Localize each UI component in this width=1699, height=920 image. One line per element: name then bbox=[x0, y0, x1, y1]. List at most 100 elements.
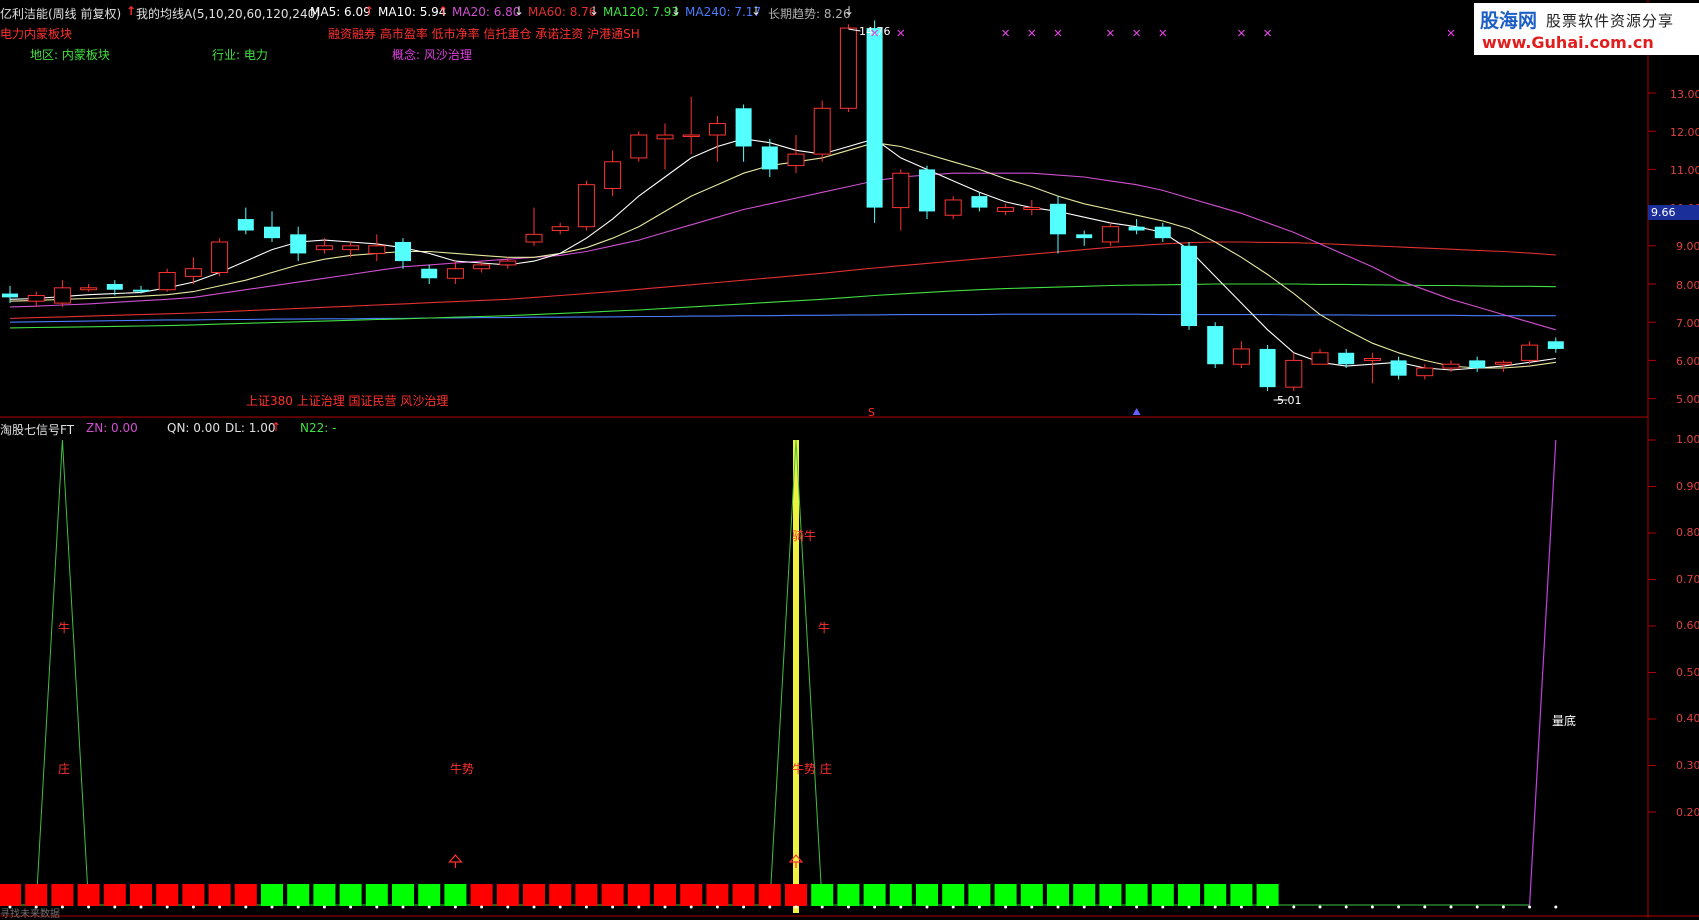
candle-up bbox=[1023, 207, 1041, 211]
bottom-dot bbox=[794, 905, 798, 909]
bottom-dot bbox=[820, 905, 824, 909]
candle-up bbox=[158, 272, 176, 291]
sub-tick: 0.70 bbox=[1676, 573, 1699, 586]
price-tick: 7.00 bbox=[1676, 317, 1699, 330]
highlight-bar bbox=[793, 440, 799, 913]
bottom-dot bbox=[322, 905, 326, 909]
candle-up bbox=[839, 27, 857, 109]
signal-liangdi-label: 量底 bbox=[1552, 714, 1577, 728]
candle-down bbox=[133, 289, 149, 292]
sub-tick: 0.90 bbox=[1676, 480, 1699, 493]
high-price-label: 14.76 bbox=[859, 25, 891, 38]
bottom-bar-red bbox=[0, 884, 21, 906]
candle-up bbox=[1521, 344, 1539, 361]
bottom-bar-green bbox=[261, 884, 283, 906]
bottom-dot bbox=[1554, 905, 1558, 909]
bottom-dot bbox=[401, 905, 405, 909]
candle-up bbox=[184, 268, 202, 277]
price-tick: 13.00 bbox=[1670, 88, 1699, 101]
bottom-dot bbox=[1423, 905, 1427, 909]
sub-tick: 0.60 bbox=[1676, 619, 1699, 632]
ma20-line bbox=[9, 172, 1556, 331]
bottom-dot bbox=[715, 905, 719, 909]
logo-url: www.Guhai.com.cn bbox=[1482, 33, 1654, 52]
ma240-down-arrow-icon: ↓ bbox=[751, 4, 762, 18]
candle-down bbox=[421, 268, 438, 279]
dl-up-arrow-icon: ↑ bbox=[271, 420, 282, 434]
candle-up bbox=[1232, 348, 1250, 365]
bottom-bar-red bbox=[234, 884, 257, 906]
bottom-dot bbox=[296, 905, 300, 909]
bottom-dot bbox=[1135, 905, 1139, 909]
bottom-bar-green bbox=[1256, 884, 1279, 906]
bottom-dot bbox=[1004, 905, 1008, 909]
ma10-value: MA10: 5.94 bbox=[378, 5, 447, 19]
candle-up bbox=[342, 245, 360, 251]
logo-name: 股海网 bbox=[1480, 10, 1538, 32]
candle-down bbox=[1128, 226, 1145, 231]
ma240-line bbox=[9, 313, 1556, 323]
signal-zhuang-label: 庄 bbox=[58, 762, 71, 776]
bottom-dot bbox=[873, 905, 877, 909]
bottom-bar-red bbox=[706, 884, 729, 906]
price-tick: 6.00 bbox=[1676, 355, 1699, 368]
bottom-dot bbox=[139, 905, 143, 909]
candle-down bbox=[866, 28, 883, 208]
bottom-dot bbox=[951, 905, 955, 909]
sub-tick: 0.80 bbox=[1676, 526, 1699, 539]
candle-down bbox=[971, 196, 988, 208]
bottom-bar-red bbox=[25, 884, 48, 906]
up-arrow-icon: ↑ bbox=[126, 4, 137, 18]
signal-niu-label: 牛 bbox=[818, 621, 831, 635]
bottom-bar-green bbox=[1073, 884, 1096, 906]
ma10-line bbox=[9, 142, 1556, 369]
candle-up bbox=[682, 134, 700, 138]
bottom-bar-red bbox=[130, 884, 152, 906]
bottom-dot bbox=[584, 905, 588, 909]
candle-down bbox=[1076, 234, 1093, 239]
bottom-bar-red bbox=[523, 884, 545, 906]
candle-down bbox=[1259, 348, 1276, 388]
bottom-dot bbox=[480, 905, 484, 909]
bottom-bar-green bbox=[863, 884, 886, 906]
bottom-bar-green bbox=[1204, 884, 1227, 906]
bottom-bar-green bbox=[313, 884, 336, 906]
candle-down bbox=[237, 219, 254, 231]
trend-down-arrow-icon: ↓ bbox=[844, 4, 855, 18]
candle-up bbox=[1101, 226, 1119, 243]
ma120-value: MA120: 7.93 bbox=[603, 5, 680, 19]
bottom-bar-red bbox=[654, 884, 676, 906]
bottom-dot bbox=[427, 905, 431, 909]
bottom-dot bbox=[1213, 905, 1217, 909]
ma5-value: MA5: 6.09 bbox=[310, 5, 371, 19]
bottom-dot bbox=[768, 905, 772, 909]
ma-indicator-name: 我的均线A(5,10,20,60,120,240) bbox=[136, 7, 320, 21]
candle-up bbox=[630, 134, 648, 159]
bottom-bar-green bbox=[889, 884, 912, 906]
bottom-dot bbox=[218, 905, 222, 909]
bottom-dot bbox=[1344, 905, 1348, 909]
candle-up bbox=[577, 184, 595, 228]
concept-tags: 融资融券 高市盈率 低市净率 信托重仓 承诺注资 沪港通SH bbox=[328, 27, 640, 41]
buy-arrow-icon bbox=[448, 854, 463, 863]
bottom-bar-green bbox=[1178, 884, 1200, 906]
candle-down bbox=[1390, 360, 1407, 376]
candle-up bbox=[315, 245, 333, 251]
candle-up bbox=[27, 294, 45, 302]
bottom-bar-red bbox=[601, 884, 624, 906]
candle-up bbox=[708, 123, 726, 136]
candle-down bbox=[919, 169, 935, 212]
bottom-dot bbox=[165, 905, 169, 909]
bottom-dot bbox=[1318, 905, 1322, 909]
bottom-dot bbox=[1108, 905, 1112, 909]
signal-qiniu-label: 骑牛 bbox=[792, 529, 817, 543]
candle-down bbox=[2, 293, 18, 298]
bottom-dot bbox=[1397, 905, 1401, 909]
candle-up bbox=[551, 226, 569, 232]
ma60-down-arrow-icon: ↓ bbox=[589, 4, 600, 18]
candle-up bbox=[368, 245, 386, 254]
n22-value: N22: - bbox=[300, 421, 337, 435]
bottom-bar-green bbox=[418, 884, 441, 906]
bottom-bar-red bbox=[549, 884, 572, 906]
bottom-bar-red bbox=[51, 884, 74, 906]
